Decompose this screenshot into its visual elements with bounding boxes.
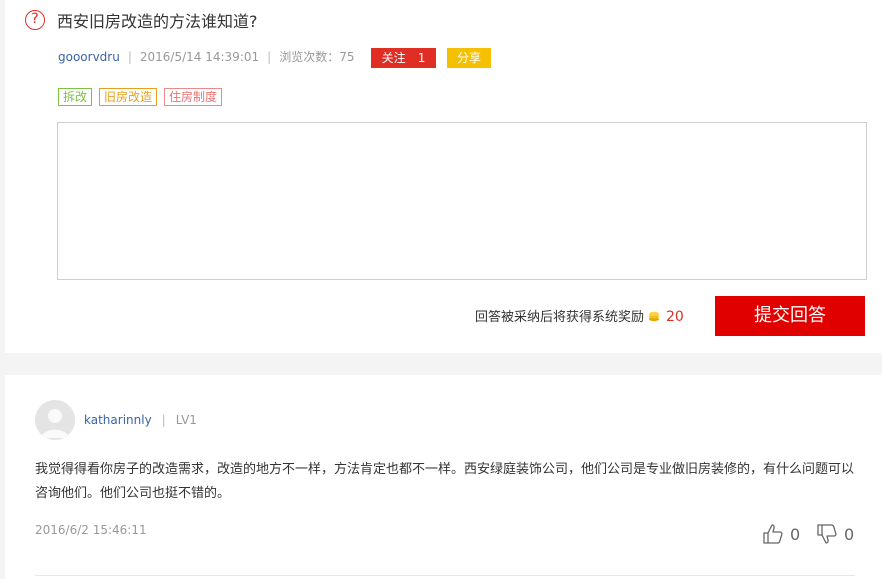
thumbs-up-icon	[763, 524, 783, 544]
answer-time: 2016/6/2 15:46:11	[35, 523, 147, 537]
submit-answer-button[interactable]: 提交回答	[715, 296, 865, 336]
follow-label: 关注	[381, 51, 406, 65]
view-count: 浏览次数：75	[279, 50, 355, 64]
upvote-button[interactable]: 0	[762, 523, 800, 545]
share-button[interactable]: 分享	[447, 48, 491, 68]
coin-icon	[649, 311, 660, 322]
reward-text: 回答被采纳后将获得系统奖励	[475, 310, 645, 325]
answer-input[interactable]	[57, 122, 867, 280]
question-meta: gooorvdru | 2016/5/14 14:39:01 | 浏览次数：75	[58, 48, 354, 68]
reward-info: 回答被采纳后将获得系统奖励 20	[475, 308, 684, 327]
downvote-button[interactable]: 0	[816, 523, 854, 545]
answer-meta: katharinnly | LV1	[84, 412, 197, 428]
question-title: 西安旧房改造的方法谁知道?	[57, 12, 258, 31]
follow-count: 1	[417, 51, 426, 65]
question-card: ? 西安旧房改造的方法谁知道? gooorvdru | 2016/5/14 14:3…	[5, 0, 882, 353]
tag-jiufang-gaizao[interactable]: 旧房改造	[99, 88, 158, 106]
follow-button[interactable]: 关注 1	[371, 48, 436, 68]
question-mark-icon: ?	[25, 10, 45, 30]
upvote-count: 0	[790, 524, 801, 544]
tag-zhufang-zhidu[interactable]: 住房制度	[164, 88, 223, 106]
answer-level: LV1	[175, 413, 197, 427]
user-avatar-icon	[35, 400, 75, 440]
tag-list: 拆改 旧房改造 住房制度	[58, 86, 229, 106]
thumbs-down-icon	[817, 524, 837, 544]
reward-points: 20	[666, 309, 684, 325]
downvote-count: 0	[844, 524, 855, 544]
meta-separator: |	[161, 413, 166, 427]
answer-text: 我觉得得看你房子的改造需求，改造的地方不一样，方法肯定也都不一样。西安绿庭装饰公…	[35, 462, 855, 501]
meta-separator: |	[127, 50, 132, 64]
avatar[interactable]	[35, 400, 75, 440]
answer-author-link[interactable]: katharinnly	[84, 413, 152, 427]
tag-chaigai[interactable]: 拆改	[58, 88, 93, 106]
divider	[35, 575, 855, 576]
question-time: 2016/5/14 14:39:01	[139, 50, 260, 64]
answer-card: katharinnly | LV1 我觉得得看你房子的改造需求，改造的地方不一样，方…	[5, 375, 882, 579]
question-author-link[interactable]: gooorvdru	[58, 50, 120, 64]
meta-separator: |	[267, 50, 272, 64]
